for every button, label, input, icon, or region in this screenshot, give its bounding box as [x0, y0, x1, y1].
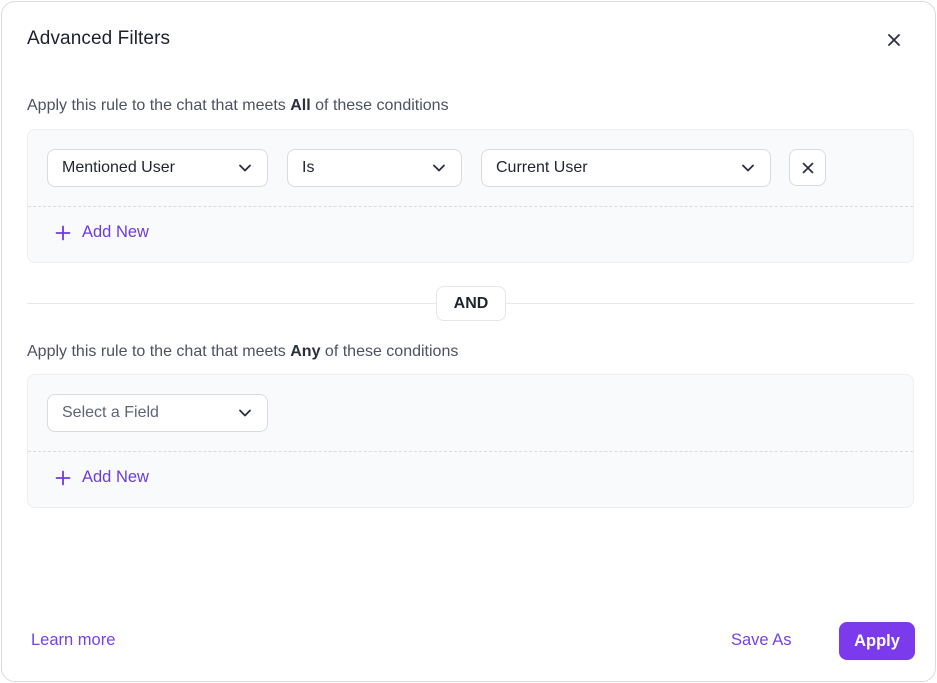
- advanced-filters-dialog: Advanced Filters Apply this rule to the …: [1, 1, 936, 682]
- dialog-title: Advanced Filters: [27, 28, 171, 49]
- close-icon: [802, 162, 814, 174]
- and-connector-badge: AND: [436, 286, 506, 321]
- any-conditions-group: Select a Field Add New: [27, 374, 914, 508]
- learn-more-link[interactable]: Learn more: [31, 631, 115, 650]
- dashed-divider: [28, 451, 913, 452]
- add-new-all-button[interactable]: Add New: [54, 223, 149, 242]
- save-as-button[interactable]: Save As: [731, 631, 792, 650]
- add-new-any-button[interactable]: Add New: [54, 468, 149, 487]
- remove-condition-button[interactable]: [789, 149, 826, 186]
- operator-select[interactable]: Is: [287, 149, 462, 187]
- field-select[interactable]: Mentioned User: [47, 149, 268, 187]
- dashed-divider: [28, 206, 913, 207]
- value-select[interactable]: Current User: [481, 149, 771, 187]
- chevron-down-icon: [237, 405, 253, 421]
- apply-button[interactable]: Apply: [839, 622, 915, 660]
- any-conditions-label: Apply this rule to the chat that meets A…: [27, 343, 459, 360]
- close-button[interactable]: [882, 28, 906, 52]
- condition-row: Select a Field: [28, 375, 913, 451]
- chevron-down-icon: [237, 160, 253, 176]
- plus-icon: [54, 224, 72, 242]
- plus-icon: [54, 469, 72, 487]
- field-select[interactable]: Select a Field: [47, 394, 268, 432]
- chevron-down-icon: [740, 160, 756, 176]
- chevron-down-icon: [431, 160, 447, 176]
- condition-row: Mentioned User Is Current User: [28, 130, 913, 206]
- all-conditions-label: Apply this rule to the chat that meets A…: [27, 97, 449, 114]
- all-conditions-group: Mentioned User Is Current User Add New: [27, 129, 914, 263]
- close-icon: [887, 33, 901, 47]
